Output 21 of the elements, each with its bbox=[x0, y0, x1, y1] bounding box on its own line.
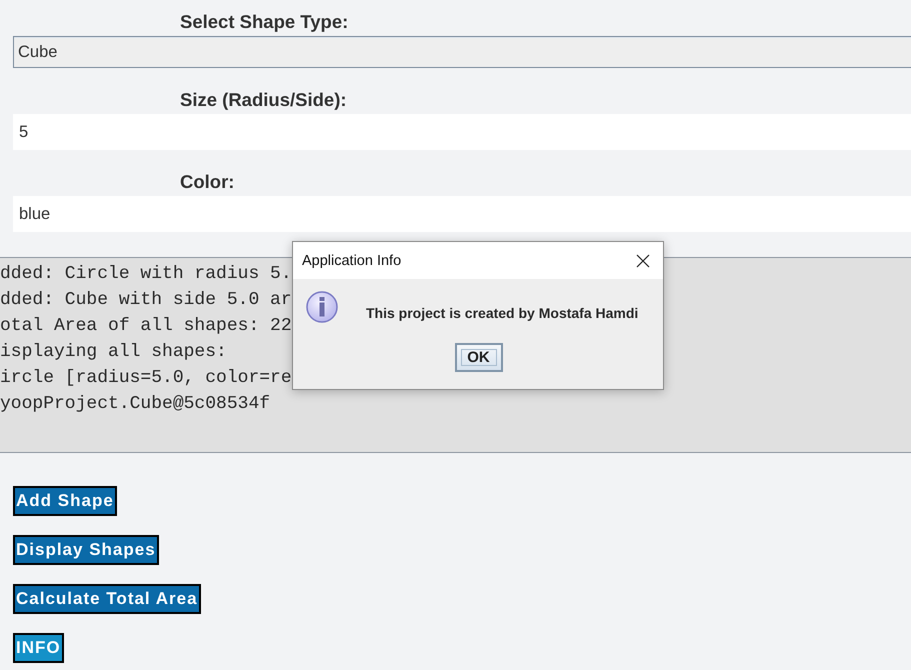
action-button[interactable]: Display Shapes bbox=[13, 535, 159, 565]
action-button[interactable]: INFO bbox=[13, 633, 64, 663]
close-icon[interactable] bbox=[636, 254, 650, 268]
console-line: dded: Circle with radius 5. bbox=[0, 263, 292, 286]
text-field[interactable]: 5 bbox=[13, 114, 911, 150]
console-line: otal Area of all shapes: 22 bbox=[0, 315, 292, 338]
dropdown[interactable]: Cube bbox=[13, 36, 911, 68]
console-line: ircle [radius=5.0, color=re bbox=[0, 367, 292, 390]
text-field[interactable]: blue bbox=[13, 196, 911, 232]
console-line: isplaying all shapes: bbox=[0, 341, 227, 364]
console-line: yoopProject.Cube@5c08534f bbox=[0, 393, 270, 416]
field-label: Color: bbox=[180, 171, 234, 193]
action-button[interactable]: Add Shape bbox=[13, 486, 117, 516]
action-button[interactable]: Calculate Total Area bbox=[13, 584, 201, 614]
console-line: dded: Cube with side 5.0 ar bbox=[0, 289, 292, 312]
field-label: Size (Radius/Side): bbox=[180, 89, 347, 111]
info-icon bbox=[306, 291, 340, 325]
dialog-message: This project is created by Mostafa Hamdi bbox=[366, 305, 638, 321]
field-label: Select Shape Type: bbox=[180, 11, 348, 33]
ok-button[interactable]: OK bbox=[454, 343, 502, 372]
dialog-title: Application Info bbox=[302, 252, 402, 268]
